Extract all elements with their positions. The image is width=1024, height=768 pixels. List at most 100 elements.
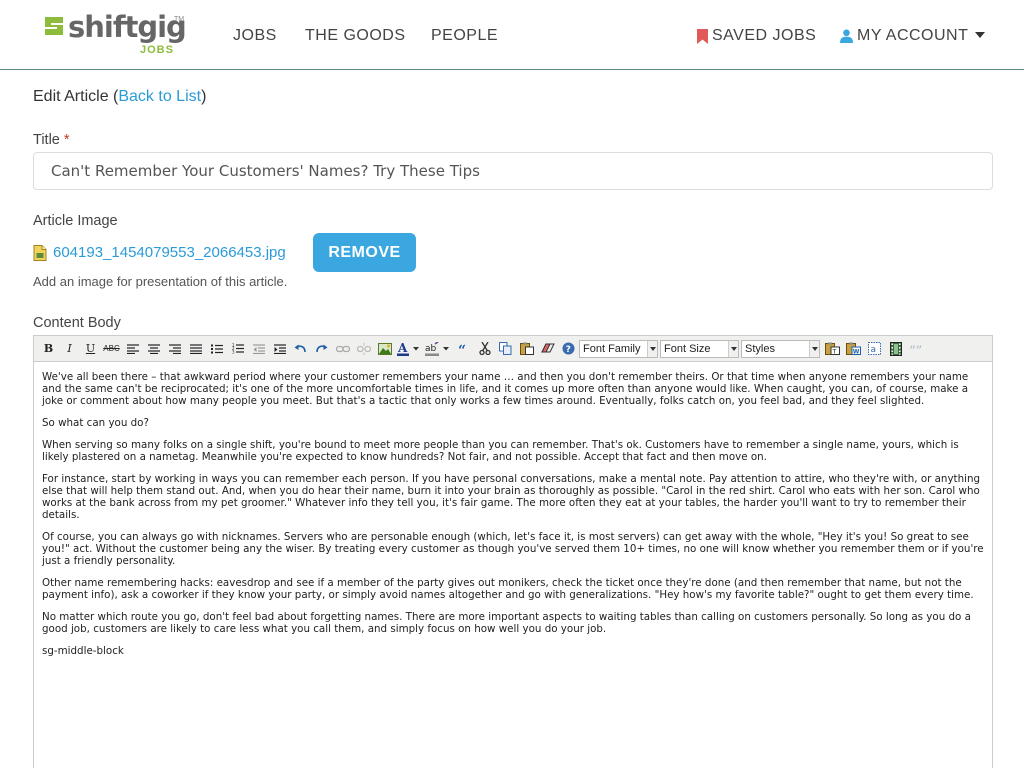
- align-left-button[interactable]: [122, 339, 143, 359]
- select-all-button[interactable]: a: [864, 339, 885, 359]
- rich-text-editor: B I U ABC 123 A ab “ ? Font Family Font …: [33, 335, 993, 768]
- blockquote-button[interactable]: “: [453, 339, 474, 359]
- nav-my-account[interactable]: MY ACCOUNT: [840, 27, 986, 45]
- content-paragraph: For instance, start by working in ways y…: [42, 473, 981, 521]
- editor-toolbar: B I U ABC 123 A ab “ ? Font Family Font …: [34, 336, 992, 362]
- font-size-select[interactable]: Font Size: [660, 339, 739, 358]
- eraser-icon: [540, 343, 555, 353]
- paste-button[interactable]: [516, 339, 537, 359]
- outdent-icon: [252, 343, 265, 354]
- svg-text:W: W: [853, 349, 860, 356]
- shiftgig-logo[interactable]: shiftgig TM JOBS: [42, 10, 187, 60]
- help-button[interactable]: ?: [558, 339, 579, 359]
- text-color-icon: A: [397, 342, 419, 356]
- link-icon: [335, 345, 350, 352]
- image-file-link[interactable]: 604193_1454079553_2066453.jpg: [53, 244, 286, 261]
- insert-image-button[interactable]: [374, 339, 395, 359]
- image-file-icon: [33, 244, 47, 261]
- back-to-list-link[interactable]: Back to List: [118, 88, 201, 105]
- font-family-select[interactable]: Font Family: [579, 339, 658, 358]
- title-label: Title *: [33, 132, 70, 148]
- svg-text:a: a: [871, 345, 877, 355]
- cite-icon: “”: [909, 344, 922, 354]
- svg-text:“: “: [458, 344, 466, 354]
- align-right-button[interactable]: [164, 339, 185, 359]
- chevron-down-icon: [647, 340, 657, 357]
- title-label-text: Title: [33, 132, 60, 148]
- logo-text: shiftgig: [68, 10, 187, 44]
- align-right-icon: [168, 343, 181, 354]
- text-color-button[interactable]: A: [395, 339, 423, 359]
- cut-button[interactable]: [474, 339, 495, 359]
- image-help-text: Add an image for presentation of this ar…: [33, 274, 288, 289]
- underline-button[interactable]: U: [80, 339, 101, 359]
- font-family-value: Font Family: [583, 342, 641, 355]
- align-center-button[interactable]: [143, 339, 164, 359]
- nav-saved-jobs[interactable]: SAVED JOBS: [697, 27, 816, 45]
- align-center-icon: [147, 343, 160, 354]
- select-all-icon: a: [868, 342, 881, 355]
- outdent-button[interactable]: [248, 339, 269, 359]
- numbered-list-icon: 123: [232, 343, 244, 354]
- bullet-list-button[interactable]: [206, 339, 227, 359]
- strikethrough-button[interactable]: ABC: [101, 339, 122, 359]
- remove-image-button[interactable]: REMOVE: [313, 233, 416, 272]
- required-mark: *: [63, 132, 70, 148]
- editor-content[interactable]: We've all been there – that awkward peri…: [34, 363, 992, 667]
- page-title-prefix: Edit Article (: [33, 88, 119, 105]
- content-paragraph: No matter which route you go, don't feel…: [42, 611, 971, 635]
- paste-text-button[interactable]: T: [822, 339, 843, 359]
- copy-button[interactable]: [495, 339, 516, 359]
- link-button[interactable]: [332, 339, 353, 359]
- remove-format-button[interactable]: [537, 339, 558, 359]
- unlink-button[interactable]: [353, 339, 374, 359]
- align-justify-button[interactable]: [185, 339, 206, 359]
- bookmark-icon: [697, 28, 708, 44]
- content-paragraph: We've all been there – that awkward peri…: [42, 371, 969, 407]
- site-header: shiftgig TM JOBS JOBS THE GOODS PEOPLE S…: [0, 0, 1024, 70]
- nav-the-goods[interactable]: THE GOODS: [305, 27, 406, 45]
- copy-icon: [499, 342, 512, 355]
- title-input[interactable]: Can't Remember Your Customers' Names? Tr…: [33, 152, 993, 190]
- bold-button[interactable]: B: [38, 339, 59, 359]
- logo-subtitle: JOBS: [140, 44, 174, 56]
- indent-icon: [273, 343, 286, 354]
- content-paragraph: Other name remembering hacks: eavesdrop …: [42, 577, 974, 601]
- bullet-list-icon: [210, 344, 223, 353]
- article-image-label: Article Image: [33, 213, 118, 229]
- chevron-down-icon: [728, 340, 738, 357]
- numbered-list-button[interactable]: 123: [227, 339, 248, 359]
- content-paragraph: Of course, you can always go with nickna…: [42, 531, 984, 567]
- chevron-down-icon: [809, 340, 819, 357]
- highlight-color-icon: ab: [425, 341, 449, 356]
- svg-text:A: A: [397, 342, 408, 355]
- image-icon: [377, 342, 392, 355]
- content-body-label: Content Body: [33, 315, 121, 331]
- paste-word-button[interactable]: W: [843, 339, 864, 359]
- styles-select[interactable]: Styles: [741, 339, 820, 358]
- paste-text-icon: T: [825, 342, 840, 355]
- image-file-row: 604193_1454079553_2066453.jpg: [33, 233, 286, 272]
- nav-people[interactable]: PEOPLE: [431, 27, 498, 45]
- svg-text:ab: ab: [425, 344, 437, 354]
- page-title-suffix: ): [201, 88, 207, 105]
- highlight-color-button[interactable]: ab: [423, 339, 453, 359]
- chevron-down-icon: [975, 32, 986, 38]
- indent-button[interactable]: [269, 339, 290, 359]
- cite-button[interactable]: “”: [906, 339, 927, 359]
- nav-my-account-label: MY ACCOUNT: [857, 27, 969, 44]
- redo-button[interactable]: [311, 339, 332, 359]
- italic-button[interactable]: I: [59, 339, 80, 359]
- paste-icon: [519, 342, 534, 355]
- insert-media-button[interactable]: [885, 339, 906, 359]
- align-justify-icon: [189, 343, 202, 354]
- content-paragraph: sg-middle-block: [42, 645, 124, 657]
- nav-jobs[interactable]: JOBS: [233, 27, 277, 45]
- align-left-icon: [126, 343, 139, 354]
- redo-icon: [316, 344, 328, 352]
- undo-icon: [294, 344, 306, 352]
- svg-text:3: 3: [232, 350, 235, 355]
- undo-button[interactable]: [290, 339, 311, 359]
- page-title: Edit Article (Back to List): [33, 88, 206, 106]
- content-paragraph: When serving so many folks on a single s…: [42, 439, 959, 463]
